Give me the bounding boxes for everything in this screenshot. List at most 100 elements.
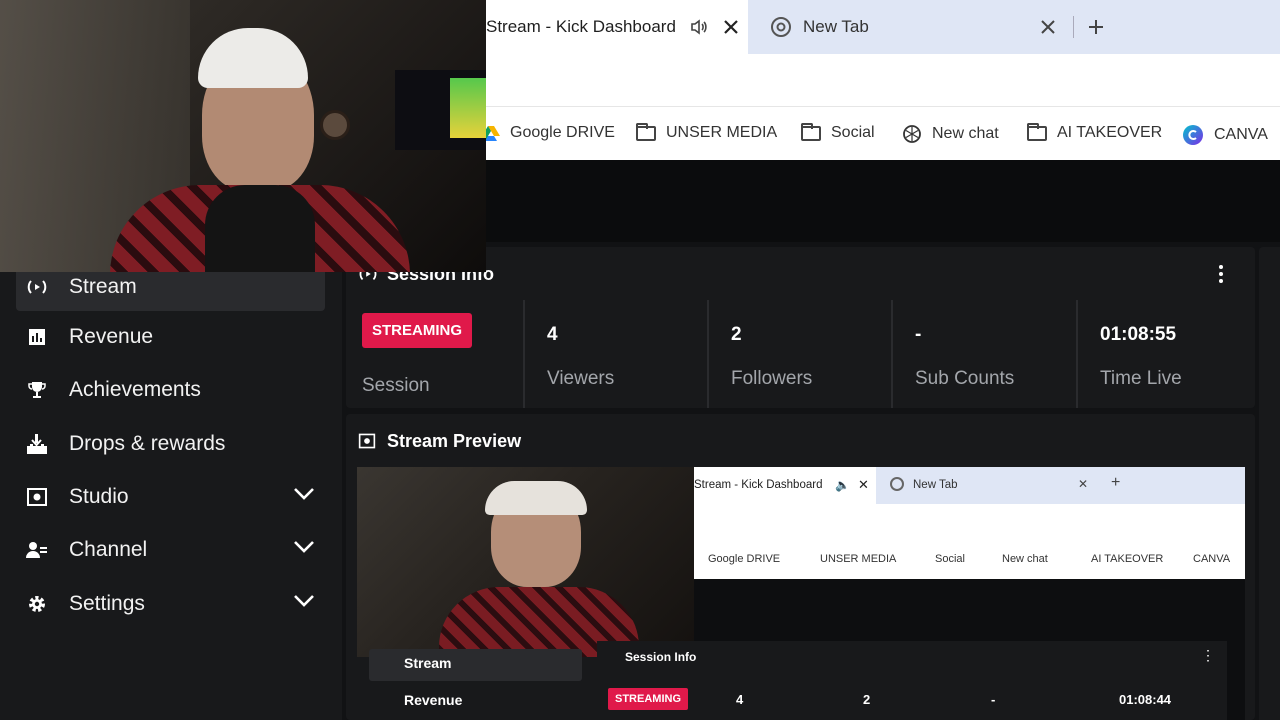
bookmark-label: UNSER MEDIA: [666, 124, 778, 141]
bookmark-label: Google DRIVE: [708, 553, 781, 565]
stream-preview-title: Stream Preview: [387, 431, 522, 451]
bookmark-unser-media[interactable]: UNSER MEDIA: [636, 122, 778, 142]
bookmark-ai-takeover[interactable]: AI TAKEOVER: [1027, 122, 1163, 142]
bookmark-canva[interactable]: CANVA: [1182, 124, 1268, 146]
stat-label: Sub Counts: [915, 368, 1015, 389]
more-vertical-icon[interactable]: [1218, 264, 1224, 284]
stat-followers: 2 Followers: [707, 300, 891, 408]
tab-kick-dashboard[interactable]: Stream - Kick Dashboard: [486, 0, 748, 54]
folder-icon: [636, 122, 656, 141]
stat-value: -: [915, 324, 922, 345]
folder-icon: [801, 122, 821, 141]
stat-time-live: 01:08:55 Time Live: [1076, 300, 1255, 408]
browser-tab-strip: Stream - Kick Dashboard New Tab: [486, 0, 1280, 54]
bookmark-label: New chat: [1002, 553, 1048, 565]
sidebar-item-channel[interactable]: Channel: [16, 530, 325, 570]
stat-value: 01:08:55: [1100, 324, 1177, 345]
bookmark-label: CANVA: [1214, 126, 1268, 143]
more-vertical-icon: ⋮: [1201, 647, 1215, 663]
chrome-icon: [771, 17, 791, 37]
preview-status-badge: STREAMING: [608, 688, 688, 710]
chevron-down-icon[interactable]: [293, 594, 315, 608]
speaker-icon[interactable]: [689, 17, 709, 37]
preview-stat-value: 01:08:44: [1119, 692, 1172, 707]
preview-sidebar: Stream Revenue: [357, 649, 597, 720]
preview-session-title: Session Info: [625, 650, 697, 664]
bookmark-google-drive[interactable]: Google DRIVE: [482, 124, 615, 142]
close-tab-icon: ✕: [1078, 477, 1089, 491]
tab-title: Stream - Kick Dashboard: [486, 17, 676, 36]
sidebar-item-label: Stream: [69, 275, 137, 298]
sidebar-item-label: Studio: [69, 485, 129, 508]
chevron-down-icon[interactable]: [293, 540, 315, 554]
preview-bookmarks: Google DRIVE UNSER MEDIA Social New chat…: [694, 547, 1245, 579]
stat-viewers: 4 Viewers: [523, 300, 707, 408]
preview-webcam: [357, 467, 694, 667]
trophy-icon: [26, 379, 48, 401]
bar-chart-icon: [26, 326, 48, 348]
sidebar-item-label: Channel: [69, 538, 148, 561]
bookmark-label: Social: [935, 553, 965, 565]
webcam-overlay: [0, 0, 486, 272]
sidebar: Stream Revenue Achievements Drops & rewa…: [0, 263, 342, 720]
sidebar-item-label: Revenue: [69, 325, 154, 348]
status-label: Session: [362, 375, 430, 396]
preview-session-card: Session Info ⋮ STREAMING 4 2 - 01:08:44: [597, 641, 1227, 720]
preview-stat-value: -: [991, 692, 996, 707]
preview-browser-chrome: Stream - Kick Dashboard 🔈 ✕ New Tab ✕ + …: [694, 467, 1245, 579]
bookmark-new-chat[interactable]: New chat: [902, 124, 999, 144]
openai-icon: [903, 125, 921, 143]
gear-icon: [26, 593, 48, 615]
dashboard-header-area: [486, 160, 1280, 242]
new-tab-plus-icon[interactable]: [1087, 18, 1105, 36]
bookmark-social[interactable]: Social: [801, 122, 875, 142]
bookmark-label: New chat: [932, 125, 999, 142]
new-tab-plus-icon: +: [1111, 474, 1121, 491]
stream-preview-video[interactable]: Stream - Kick Dashboard 🔈 ✕ New Tab ✕ + …: [357, 467, 1245, 720]
chat-panel-edge: [1259, 247, 1280, 720]
sidebar-item-drops-rewards[interactable]: Drops & rewards: [16, 424, 325, 464]
preview-stat-value: 2: [863, 692, 871, 707]
sidebar-item-label: Drops & rewards: [69, 432, 226, 455]
sidebar-item-settings[interactable]: Settings: [16, 584, 325, 624]
bookmark-label: AI TAKEOVER: [1057, 124, 1163, 141]
close-tab-icon[interactable]: [723, 19, 739, 35]
broadcast-icon: [26, 276, 48, 298]
sidebar-item-label: Achievements: [69, 378, 201, 401]
bookmarks-bar: Google DRIVE UNSER MEDIA Social New chat…: [482, 106, 1280, 160]
sidebar-item-achievements[interactable]: Achievements: [16, 370, 325, 410]
stat-label: Time Live: [1100, 368, 1182, 389]
preview-tab-title: Stream - Kick Dashboard: [694, 479, 823, 491]
bookmark-label: AI TAKEOVER: [1091, 553, 1164, 565]
bookmark-label: Social: [831, 124, 875, 141]
bookmark-label: CANVA: [1193, 553, 1231, 565]
tab-divider: [1073, 16, 1074, 38]
drops-icon: [26, 433, 48, 455]
speaker-icon: 🔈: [835, 478, 850, 492]
canva-icon: [1183, 125, 1203, 145]
sidebar-item-studio[interactable]: Studio: [16, 477, 325, 517]
stat-value: 4: [547, 324, 558, 345]
studio-icon: [358, 433, 376, 449]
close-tab-icon: ✕: [858, 477, 869, 492]
chevron-down-icon[interactable]: [293, 487, 315, 501]
tab-new-tab[interactable]: New Tab: [803, 17, 869, 37]
preview-sidebar-label: Revenue: [404, 692, 463, 708]
chrome-icon: [890, 477, 904, 491]
preview-sidebar-label: Stream: [404, 655, 452, 671]
stat-label: Viewers: [547, 368, 615, 389]
stat-value: 2: [731, 324, 742, 345]
studio-icon: [26, 486, 48, 508]
stat-label: Followers: [731, 368, 813, 389]
sidebar-item-label: Settings: [69, 592, 145, 615]
bookmark-label: UNSER MEDIA: [820, 553, 897, 565]
close-tab-icon[interactable]: [1041, 20, 1055, 34]
preview-tab-title: New Tab: [913, 479, 958, 491]
preview-stat-value: 4: [736, 692, 744, 707]
sidebar-item-revenue[interactable]: Revenue: [16, 317, 325, 357]
status-badge: STREAMING: [362, 313, 472, 348]
address-bar-area[interactable]: [486, 54, 1280, 106]
bookmark-label: Google DRIVE: [510, 124, 615, 141]
channel-icon: [26, 539, 48, 561]
folder-icon: [1027, 122, 1047, 141]
